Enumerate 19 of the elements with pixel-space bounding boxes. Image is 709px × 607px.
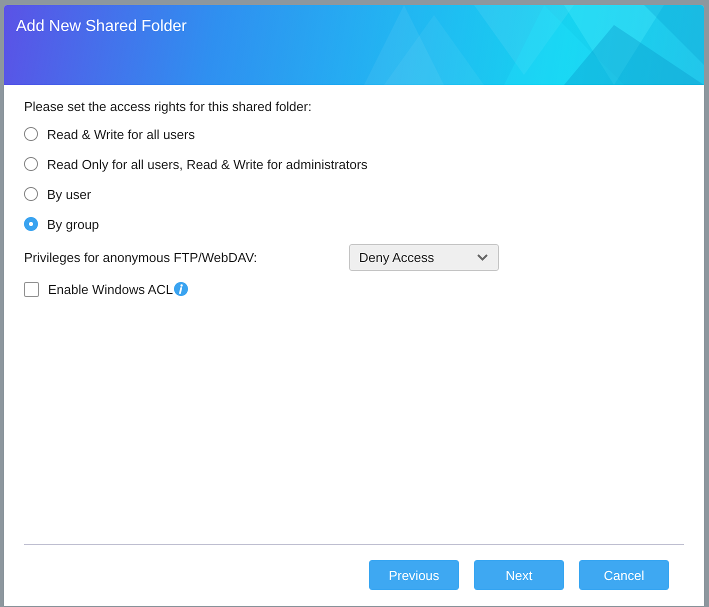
radio-label: Read & Write for all users: [47, 126, 195, 142]
radio-button[interactable]: [24, 157, 38, 171]
radio-button[interactable]: [24, 127, 38, 141]
radio-label: By user: [47, 186, 92, 202]
radio-button[interactable]: [24, 217, 38, 231]
chevron-down-icon: [477, 254, 488, 260]
radio-button[interactable]: [24, 187, 38, 201]
dialog-title: Add New Shared Folder: [16, 17, 187, 37]
previous-button[interactable]: Previous: [369, 560, 459, 590]
privileges-dropdown[interactable]: Deny Access: [349, 244, 499, 270]
checkbox[interactable]: [24, 282, 39, 296]
info-icon[interactable]: [174, 282, 188, 296]
radio-label: By group: [47, 216, 100, 232]
anonymous-privileges-label: Privileges for anonymous FTP/WebDAV:: [24, 250, 258, 264]
next-button[interactable]: Next: [474, 560, 564, 590]
access-rights-prompt: Please set the access rights for this shared folder:: [24, 99, 312, 115]
checkbox-label: Enable Windows ACL: [48, 282, 174, 296]
cancel-button[interactable]: Cancel: [579, 560, 669, 590]
radio-label: Read Only for all users, Read & Write for administrators: [47, 156, 368, 172]
